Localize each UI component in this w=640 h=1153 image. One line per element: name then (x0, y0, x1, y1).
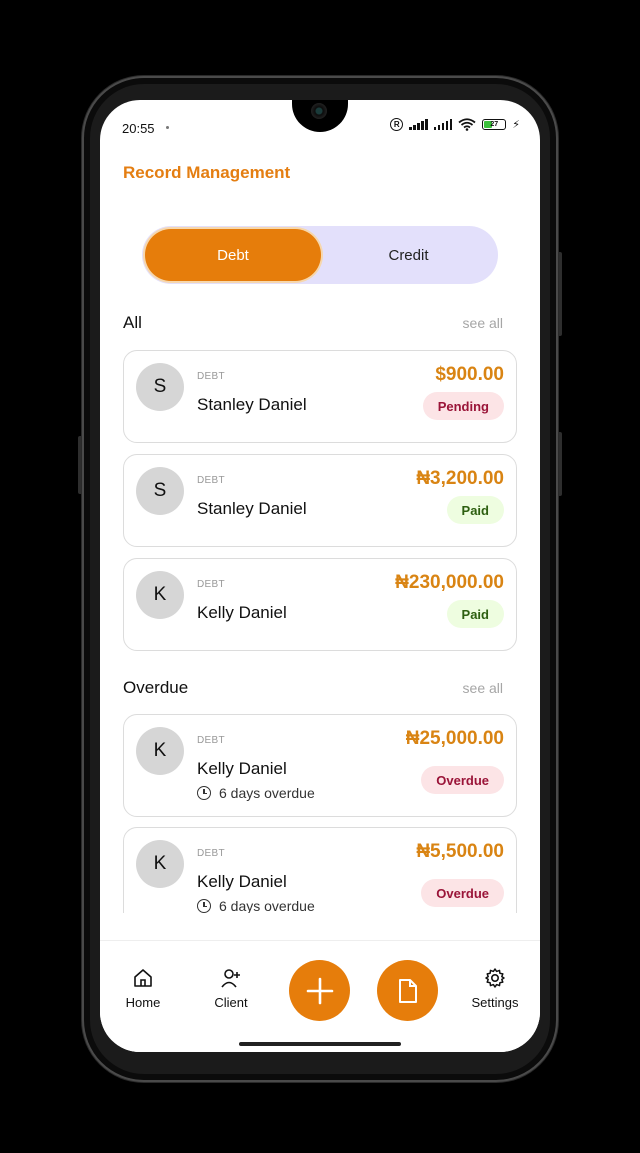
record-card[interactable]: K DEBT Kelly Daniel ₦230,000.00 Paid (123, 558, 517, 651)
nav-home-label: Home (125, 995, 161, 1010)
record-type: DEBT (197, 579, 225, 590)
record-amount: ₦230,000.00 (395, 572, 504, 593)
status-badge: Paid (446, 600, 504, 628)
add-record-button[interactable] (289, 960, 350, 1021)
status-icons: R 27 ⚡ (390, 118, 520, 131)
record-type: DEBT (197, 475, 225, 486)
toggle-credit-button[interactable]: Credit (322, 229, 495, 281)
status-badge: Overdue (421, 766, 504, 794)
record-amount: ₦25,000.00 (405, 728, 504, 749)
record-card[interactable]: K DEBT Kelly Daniel 6 days overdue ₦25,0… (123, 714, 517, 817)
clock-icon (197, 786, 211, 800)
nav-settings[interactable]: Settings (460, 967, 530, 1010)
signal-icon-2 (433, 119, 453, 130)
nav-client-label: Client (214, 995, 248, 1010)
registered-icon: R (390, 118, 404, 131)
overdue-info: 6 days overdue (197, 898, 315, 913)
record-card[interactable]: S DEBT Stanley Daniel ₦3,200.00 Paid (123, 454, 517, 547)
document-icon (398, 978, 417, 1003)
nav-home[interactable]: Home (108, 967, 178, 1010)
avatar: K (136, 727, 184, 775)
section-title-overdue: Overdue (123, 678, 189, 697)
overdue-info: 6 days overdue (197, 785, 315, 801)
avatar: S (136, 363, 184, 411)
home-indicator[interactable] (239, 1042, 401, 1046)
record-amount: ₦5,500.00 (416, 841, 504, 862)
home-icon (134, 969, 152, 987)
bottom-nav: Home Client Settings (100, 940, 540, 1052)
status-badge: Pending (422, 392, 504, 420)
debt-credit-toggle[interactable]: Debt Credit (142, 226, 498, 284)
record-type: DEBT (197, 371, 225, 382)
status-badge: Paid (446, 496, 504, 524)
battery-level: 27 (490, 121, 499, 128)
signal-icon (409, 119, 428, 130)
see-all-link-all[interactable]: see all (463, 315, 503, 331)
avatar: S (136, 467, 184, 515)
record-amount: $900.00 (435, 364, 504, 385)
record-name: Stanley Daniel (197, 395, 307, 414)
record-type: DEBT (197, 848, 225, 859)
record-card[interactable]: K DEBT Kelly Daniel 6 days overdue ₦5,50… (123, 827, 517, 913)
charging-icon: ⚡ (512, 119, 520, 131)
status-time: 20:55 (122, 121, 155, 136)
page-title: Record Management (123, 163, 291, 182)
gear-icon (485, 968, 505, 988)
record-name: Kelly Daniel (197, 759, 287, 778)
overdue-list[interactable]: K DEBT Kelly Daniel 6 days overdue ₦25,0… (100, 700, 540, 913)
overdue-days: 6 days overdue (219, 898, 315, 913)
front-camera (311, 103, 327, 119)
app-screen: 20:55 R 27 ⚡ Record Management Debt Cred… (100, 100, 540, 1052)
battery-icon: 27 (482, 119, 507, 130)
add-user-icon (221, 969, 240, 988)
avatar: K (136, 840, 184, 888)
nav-client[interactable]: Client (196, 967, 266, 1010)
overdue-days: 6 days overdue (219, 785, 315, 801)
record-amount: ₦3,200.00 (416, 468, 504, 489)
section-title-all: All (123, 313, 142, 332)
record-name: Kelly Daniel (197, 603, 287, 622)
clock-icon (197, 899, 211, 913)
record-type: DEBT (197, 735, 225, 746)
plus-icon (306, 977, 333, 1004)
all-section-header: All see all (123, 313, 503, 333)
see-all-link-overdue[interactable]: see all (463, 680, 503, 696)
record-card[interactable]: S DEBT Stanley Daniel $900.00 Pending (123, 350, 517, 443)
documents-button[interactable] (377, 960, 438, 1021)
nav-settings-label: Settings (471, 995, 519, 1010)
record-name: Kelly Daniel (197, 872, 287, 891)
status-badge: Overdue (421, 879, 504, 907)
wifi-icon (458, 118, 476, 131)
record-name: Stanley Daniel (197, 499, 307, 518)
overdue-section-header: Overdue see all (123, 678, 503, 698)
notification-dot (166, 126, 169, 129)
toggle-debt-button[interactable]: Debt (145, 229, 321, 281)
avatar: K (136, 571, 184, 619)
